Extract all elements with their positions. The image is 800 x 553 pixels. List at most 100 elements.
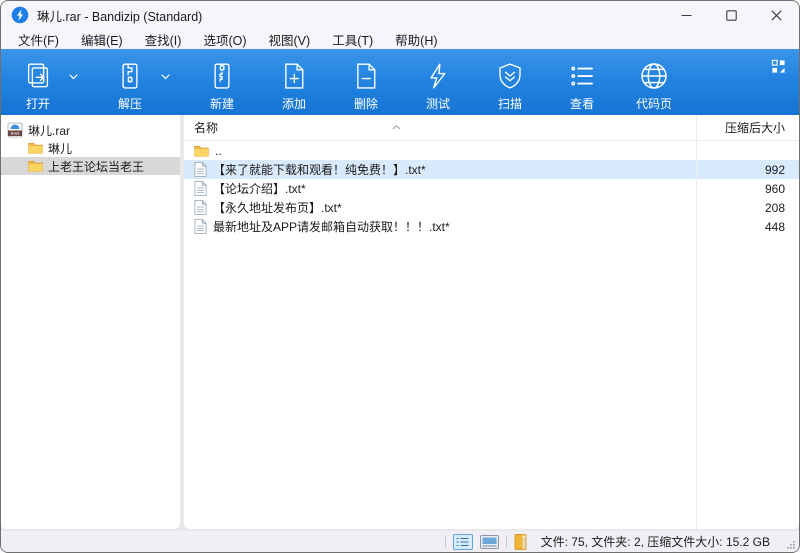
svg-text:RAR: RAR [11, 131, 20, 136]
rar-archive-icon: RAR [7, 122, 23, 138]
table-row-up[interactable]: .. [184, 141, 799, 160]
file-size: 448 [764, 219, 785, 234]
file-list: 名称 压缩后大小 .. 【来了就能下载和观看！纯免费！】.txt* 992 【论… [184, 115, 799, 529]
bandizip-window: 琳儿.rar - Bandizip (Standard) 文件(F) 编辑(E)… [0, 0, 800, 553]
new-archive-icon [214, 63, 230, 89]
archive-summary: 文件: 75, 文件夹: 2, 压缩文件大小: 15.2 GB [540, 535, 770, 549]
table-row[interactable]: 最新地址及APP请发邮箱自动获取！！！.txt* 448 [184, 217, 799, 236]
text-file-icon [194, 181, 207, 196]
minimize-icon [681, 14, 692, 16]
statusbar-divider [444, 535, 446, 548]
preview-pane-icon [479, 534, 499, 549]
toolbar-codepage-label: 代码页 [635, 97, 672, 111]
archive-info-button[interactable] [514, 533, 528, 550]
book-icon [514, 533, 527, 550]
test-lightning-icon [430, 63, 446, 89]
scan-shield-icon [499, 63, 521, 89]
toolbar-open-button[interactable]: 打开 [11, 53, 65, 113]
table-row[interactable]: 【来了就能下载和观看！纯免费！】.txt* 992 [184, 160, 799, 179]
toolbar-extract-button[interactable]: 解压 [103, 53, 157, 113]
toolbar-customize-button[interactable] [765, 53, 791, 113]
toolbar-new-button[interactable]: 新建 [195, 53, 249, 113]
details-view-button[interactable] [452, 533, 473, 550]
toolbar-scan-button[interactable]: 扫描 [483, 53, 537, 113]
toolbar-delete-label: 删除 [353, 97, 378, 111]
chevron-down-icon [160, 74, 170, 80]
column-header-size[interactable]: 压缩后大小 [696, 119, 799, 136]
preview-pane-button[interactable] [479, 534, 499, 549]
menu-tools[interactable]: 工具(T) [323, 28, 382, 51]
customize-grid-icon [771, 59, 785, 73]
statusbar: 文件: 75, 文件夹: 2, 压缩文件大小: 15.2 GB [1, 531, 799, 552]
toolbar-add-label: 添加 [281, 97, 306, 111]
tree-item-label: 上老王论坛当老王 [48, 159, 145, 174]
column-header-name[interactable]: 名称 [184, 119, 696, 136]
file-name: 【来了就能下载和观看！纯免费！】.txt* [213, 163, 426, 177]
bandizip-app-icon [11, 6, 29, 24]
maximize-icon [726, 9, 737, 21]
open-dropdown-button[interactable] [61, 67, 85, 87]
tree-item-label: 琳儿 [48, 141, 73, 156]
window-controls [664, 1, 799, 29]
toolbar-test-button[interactable]: 测试 [411, 53, 465, 113]
file-size: 208 [764, 200, 785, 215]
statusbar-divider [505, 535, 507, 548]
view-list-icon [571, 66, 593, 86]
archive-tree-sidebar: RAR 琳儿.rar 琳儿 上老王论坛当老王 [1, 115, 180, 529]
delete-file-icon [357, 63, 376, 89]
text-file-icon [194, 200, 207, 215]
toolbar-new-label: 新建 [209, 97, 234, 111]
file-size: 992 [764, 162, 785, 177]
menu-find[interactable]: 查找(I) [136, 28, 191, 51]
toolbar-extract-label: 解压 [117, 97, 142, 111]
toolbar-view-button[interactable]: 查看 [555, 53, 609, 113]
menubar: 文件(F) 编辑(E) 查找(I) 选项(O) 视图(V) 工具(T) 帮助(H… [1, 29, 799, 49]
file-name: 【永久地址发布页】.txt* [213, 201, 342, 215]
tree-item-archive-root[interactable]: RAR 琳儿.rar [1, 121, 180, 139]
file-name: .. [215, 143, 222, 158]
menu-help[interactable]: 帮助(H) [386, 28, 446, 51]
toolbar: 打开 解压 新建 添加 删除 测试 扫描 查看 代码页 [1, 49, 799, 115]
add-file-icon [285, 63, 304, 89]
sort-ascending-icon [392, 117, 401, 135]
menu-file[interactable]: 文件(F) [9, 28, 68, 51]
toolbar-delete-button[interactable]: 删除 [339, 53, 393, 113]
tree-item-folder[interactable]: 琳儿 [1, 139, 180, 157]
toolbar-open-label: 打开 [25, 97, 50, 111]
table-row[interactable]: 【永久地址发布页】.txt* 208 [184, 198, 799, 217]
table-row[interactable]: 【论坛介绍】.txt* 960 [184, 179, 799, 198]
toolbar-codepage-button[interactable]: 代码页 [627, 53, 681, 113]
window-title: 琳儿.rar - Bandizip (Standard) [37, 9, 203, 24]
codepage-globe-icon [641, 63, 667, 89]
menu-edit[interactable]: 编辑(E) [72, 28, 132, 51]
folder-icon [28, 143, 43, 154]
toolbar-view-label: 查看 [569, 97, 594, 111]
menu-options[interactable]: 选项(O) [194, 28, 255, 51]
titlebar: 琳儿.rar - Bandizip (Standard) [1, 1, 799, 29]
folder-icon [194, 145, 209, 157]
column-divider [696, 115, 697, 529]
text-file-icon [194, 162, 207, 177]
toolbar-test-label: 测试 [425, 97, 450, 111]
maximize-button[interactable] [709, 1, 754, 29]
extract-dropdown-button[interactable] [153, 67, 177, 87]
toolbar-scan-label: 扫描 [497, 97, 522, 111]
close-icon [771, 9, 782, 21]
details-view-icon [456, 537, 469, 546]
resize-grip[interactable] [785, 539, 795, 549]
content-area: RAR 琳儿.rar 琳儿 上老王论坛当老王 名称 压缩后大小 .. 【来了就能… [1, 115, 799, 531]
toolbar-add-button[interactable]: 添加 [267, 53, 321, 113]
file-size: 960 [764, 181, 785, 196]
tree-item-folder-selected[interactable]: 上老王论坛当老王 [1, 157, 180, 175]
menu-view[interactable]: 视图(V) [260, 28, 320, 51]
text-file-icon [194, 219, 207, 234]
extract-icon [122, 63, 138, 89]
file-name: 【论坛介绍】.txt* [213, 182, 306, 196]
file-name: 最新地址及APP请发邮箱自动获取！！！.txt* [213, 220, 450, 234]
minimize-button[interactable] [664, 1, 709, 29]
open-archive-icon [27, 63, 49, 88]
chevron-down-icon [68, 74, 78, 80]
close-button[interactable] [754, 1, 799, 29]
file-list-header: 名称 压缩后大小 [184, 115, 799, 141]
folder-icon [28, 161, 43, 172]
